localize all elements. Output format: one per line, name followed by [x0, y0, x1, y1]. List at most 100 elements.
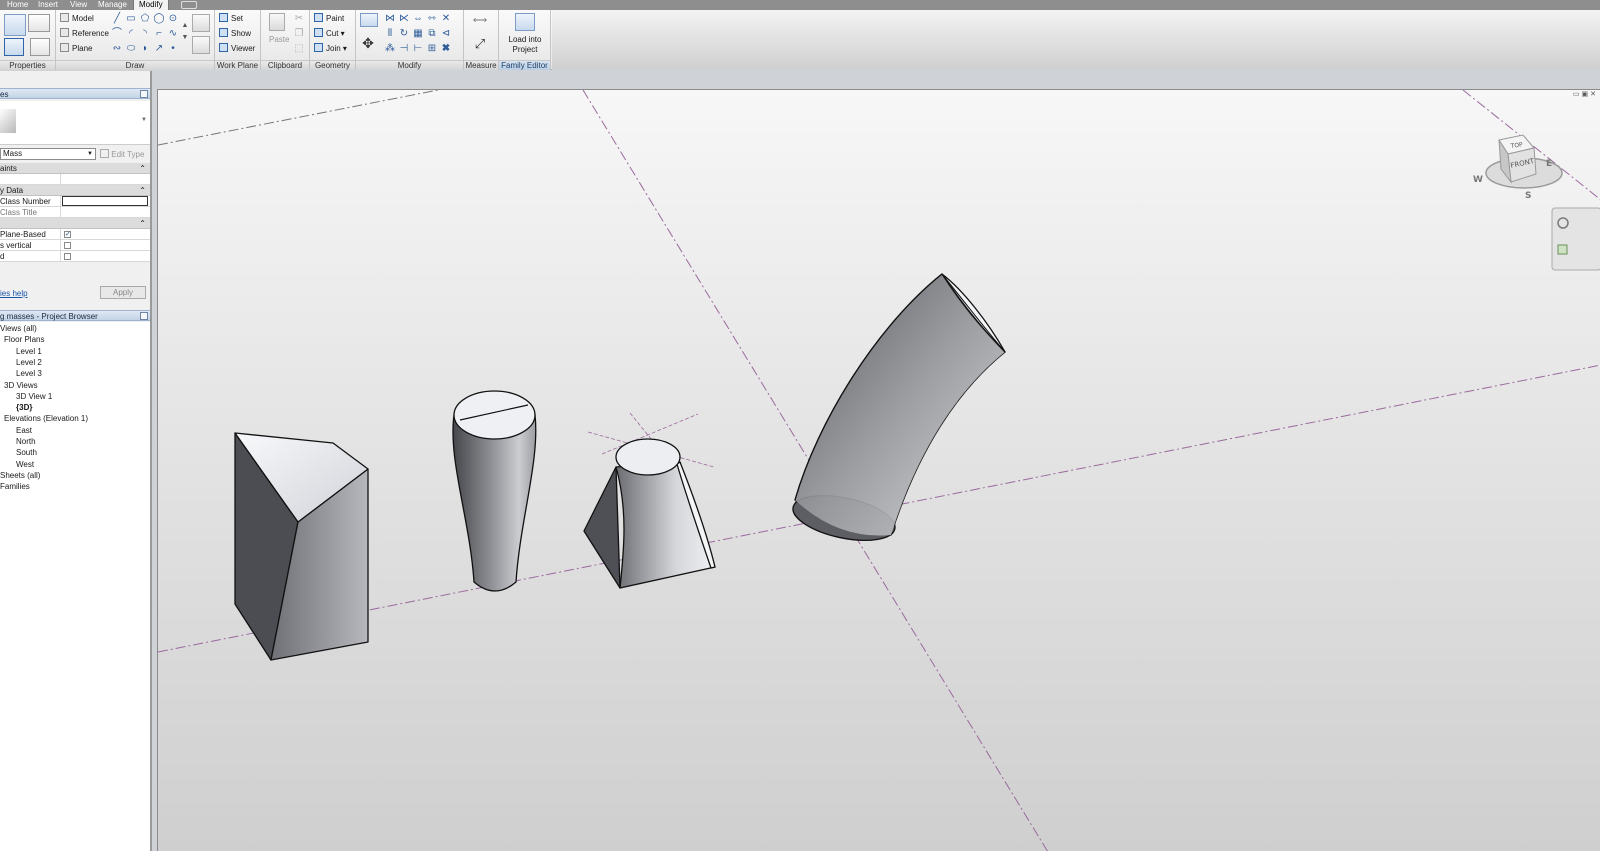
- browser-tree-item[interactable]: 3D View 1: [16, 391, 52, 402]
- browser-tree-item[interactable]: West: [16, 459, 34, 470]
- pick-lines-tool-icon[interactable]: ↗: [153, 43, 165, 55]
- compass-south-label[interactable]: S: [1525, 191, 1531, 201]
- spline-through-points-icon[interactable]: ∾: [111, 43, 123, 55]
- load-into-project-line2[interactable]: Project: [499, 44, 551, 56]
- family-types-icon[interactable]: [28, 14, 50, 32]
- spline-tool-icon[interactable]: ∿: [167, 28, 179, 40]
- reference-line-button[interactable]: Reference: [60, 28, 109, 40]
- browser-tree-item[interactable]: Floor Plans: [4, 334, 44, 345]
- partial-ellipse-tool-icon[interactable]: ◗: [139, 43, 151, 55]
- navigation-bar[interactable]: [1551, 207, 1600, 271]
- tab-home[interactable]: Home: [7, 0, 28, 10]
- split-gap-icon[interactable]: ⇿: [426, 13, 438, 25]
- type-preview-dropdown-icon[interactable]: ▼: [141, 117, 147, 123]
- type-selector-dropdown[interactable]: Mass ▼: [0, 148, 96, 160]
- rotate-icon[interactable]: ↻: [398, 28, 410, 40]
- circle-center-tool-icon[interactable]: ⊙: [167, 13, 179, 25]
- browser-tree-item[interactable]: North: [16, 436, 36, 447]
- mass-block[interactable]: [234, 432, 369, 661]
- trim-single-icon[interactable]: ⊢: [412, 43, 424, 55]
- browser-tree-item[interactable]: Families: [0, 481, 30, 492]
- rectangle-tool-icon[interactable]: ▭: [125, 13, 137, 25]
- browser-tree-item[interactable]: Views (all): [0, 323, 37, 334]
- copy-icon[interactable]: ⁂: [384, 43, 396, 55]
- contextual-tab-toggle[interactable]: [181, 1, 197, 9]
- scale-icon[interactable]: ⧉: [426, 28, 438, 40]
- create-form-icon[interactable]: [192, 14, 210, 32]
- type-properties-icon[interactable]: [30, 38, 50, 56]
- delete-icon[interactable]: ✖: [440, 43, 452, 55]
- align-icon[interactable]: [360, 13, 378, 27]
- draw-scroll-up-icon[interactable]: ▲: [179, 20, 191, 32]
- copy-to-clipboard-icon[interactable]: ❐: [293, 28, 305, 40]
- browser-close-icon[interactable]: [140, 312, 148, 320]
- aligned-dimension-icon[interactable]: ⤢: [470, 37, 490, 50]
- show-work-plane-button[interactable]: Show: [219, 28, 251, 40]
- browser-tree-item[interactable]: Level 1: [16, 346, 42, 357]
- offset-icon[interactable]: ⫴: [384, 28, 396, 40]
- browser-tree-item[interactable]: Elevations (Elevation 1): [4, 413, 88, 424]
- cut-geometry-button[interactable]: Cut ▾: [314, 28, 345, 40]
- unpin-icon[interactable]: ✕: [440, 13, 452, 25]
- browser-tree-item[interactable]: {3D}: [16, 402, 32, 413]
- group-identity-data[interactable]: y Data ⌃: [0, 185, 150, 196]
- shared-checkbox[interactable]: [64, 253, 71, 260]
- always-vertical-checkbox[interactable]: [64, 242, 71, 249]
- tab-insert[interactable]: Insert: [38, 0, 58, 10]
- plane-based-checkbox[interactable]: ✓: [64, 231, 71, 238]
- measure-distance-icon[interactable]: ⟷: [470, 15, 490, 27]
- viewcube[interactable]: TOP FRONT W E S: [1473, 134, 1563, 201]
- browser-tree-item[interactable]: Level 2: [16, 357, 42, 368]
- group-other[interactable]: ⌃: [0, 218, 150, 229]
- compass-east-label[interactable]: E: [1546, 159, 1552, 169]
- line-tool-icon[interactable]: ╱: [111, 13, 123, 25]
- circle-tool-icon[interactable]: ◯: [153, 13, 165, 25]
- model-line-button[interactable]: Model: [60, 13, 94, 25]
- compass-west-label[interactable]: W: [1473, 175, 1483, 185]
- properties-help-link[interactable]: ies help: [0, 289, 28, 298]
- point-tool-icon[interactable]: •: [167, 43, 179, 55]
- mirror-axis-icon[interactable]: ⋈: [384, 13, 396, 25]
- ellipse-tool-icon[interactable]: ⬭: [125, 43, 137, 55]
- tab-view[interactable]: View: [70, 0, 87, 10]
- void-form-icon[interactable]: [192, 36, 210, 54]
- edit-type-button[interactable]: Edit Type: [100, 149, 144, 159]
- browser-tree-item[interactable]: Level 3: [16, 368, 42, 379]
- apply-button[interactable]: Apply: [100, 286, 146, 299]
- browser-tree-item[interactable]: East: [16, 425, 32, 436]
- browser-tree-item[interactable]: 3D Views: [4, 380, 38, 391]
- paint-button[interactable]: Paint: [314, 13, 344, 25]
- properties-icon[interactable]: [4, 14, 26, 36]
- arc-tangent-tool-icon[interactable]: ◝: [139, 28, 151, 40]
- draw-more-icon[interactable]: ▼: [179, 32, 191, 44]
- reference-plane-button[interactable]: Plane: [60, 43, 92, 55]
- load-into-project-icon[interactable]: [515, 13, 535, 31]
- move-icon[interactable]: ✥: [362, 36, 374, 50]
- properties-close-icon[interactable]: [140, 90, 148, 98]
- polygon-tool-icon[interactable]: ⬠: [139, 13, 151, 25]
- tab-manage[interactable]: Manage: [98, 0, 127, 10]
- tab-modify[interactable]: Modify: [133, 0, 169, 10]
- arc-tool-icon[interactable]: ⌒: [111, 28, 123, 40]
- browser-tree-item[interactable]: Sheets (all): [0, 470, 40, 481]
- mass-sweep[interactable]: [789, 273, 1006, 548]
- 3d-view-canvas[interactable]: ▭▣✕ TOP FRONT W E S: [157, 89, 1600, 851]
- match-type-icon[interactable]: ⬚: [293, 43, 305, 55]
- array-icon[interactable]: ▦: [412, 28, 424, 40]
- viewer-button[interactable]: Viewer: [219, 43, 255, 55]
- trim-icon[interactable]: ⊣: [398, 43, 410, 55]
- family-category-icon[interactable]: [4, 38, 24, 56]
- mass-loft[interactable]: [583, 438, 716, 589]
- mass-revolve[interactable]: [452, 390, 537, 592]
- mirror-draw-icon[interactable]: ⋉: [398, 13, 410, 25]
- arc-center-tool-icon[interactable]: ◜: [125, 28, 137, 40]
- cut-to-clipboard-icon[interactable]: ✂: [293, 13, 305, 25]
- join-geometry-button[interactable]: Join ▾: [314, 43, 347, 55]
- browser-tree-item[interactable]: South: [16, 447, 37, 458]
- paste-icon[interactable]: [269, 13, 285, 31]
- class-number-field[interactable]: [62, 196, 148, 206]
- set-work-plane-button[interactable]: Set: [219, 13, 243, 25]
- paste-button[interactable]: Paste: [269, 34, 289, 46]
- zoom-icon[interactable]: [1557, 244, 1568, 255]
- split-icon[interactable]: ⇔: [412, 13, 424, 25]
